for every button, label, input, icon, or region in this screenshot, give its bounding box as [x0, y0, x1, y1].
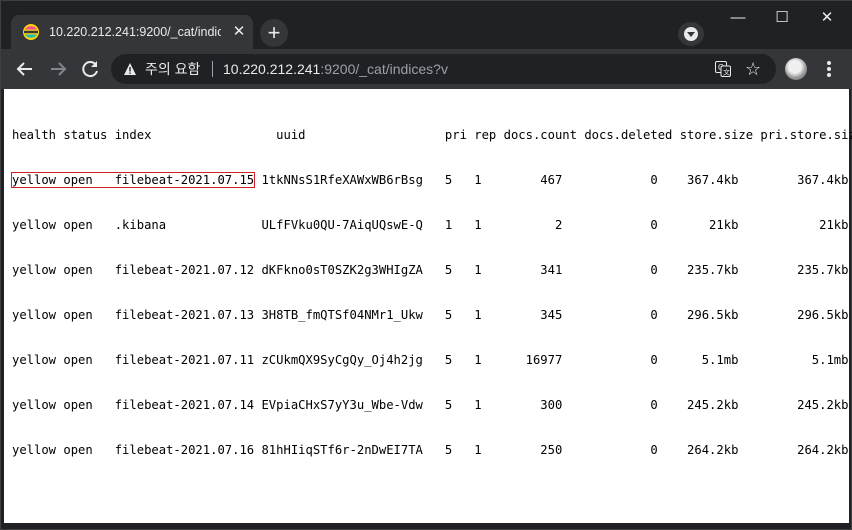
toolbar: 주의 요함 10.220.212.241:9200/_cat/indices?v…: [1, 49, 852, 89]
address-bar[interactable]: 주의 요함 10.220.212.241:9200/_cat/indices?v…: [111, 54, 776, 84]
elasticsearch-favicon: [23, 24, 39, 40]
svg-text:文: 文: [723, 68, 730, 77]
table-row: yellow open filebeat-2021.07.12 dKFkno0s…: [12, 263, 849, 277]
tab-search-icon: [684, 27, 698, 41]
cat-indices-output: health status index uuid pri rep docs.co…: [10, 98, 852, 488]
star-icon[interactable]: ☆: [745, 57, 761, 81]
warning-triangle-icon: [124, 63, 136, 75]
table-row: yellow open .kibana ULfFVku0QU-7AiqUQswE…: [12, 218, 849, 232]
table-row: yellow open filebeat-2021.07.15 1tkNNsS1…: [10, 172, 852, 188]
tab-active[interactable]: 10.220.212.241:9200/_cat/indices?v ✕: [11, 15, 253, 49]
table-row: yellow open filebeat-2021.07.13 3H8TB_fm…: [12, 308, 849, 322]
back-arrow-icon[interactable]: [11, 55, 39, 83]
translate-icon[interactable]: G 文: [715, 61, 731, 77]
tab-search-button[interactable]: [678, 22, 704, 46]
tab-title: 10.220.212.241:9200/_cat/indices?v: [49, 25, 221, 39]
table-header: health status index uuid pri rep docs.co…: [12, 128, 852, 142]
forward-arrow-icon[interactable]: [44, 55, 72, 83]
url-text[interactable]: 10.220.212.241:9200/_cat/indices?v: [223, 60, 448, 78]
kebab-menu-icon[interactable]: [819, 59, 839, 79]
minimize-button[interactable]: —: [715, 1, 761, 35]
url-path: :9200/_cat/indices?v: [320, 61, 448, 77]
maximize-button[interactable]: ☐: [759, 1, 805, 35]
close-tab-icon[interactable]: ✕: [230, 23, 248, 41]
browser-window: 10.220.212.241:9200/_cat/indices?v ✕ + —…: [0, 0, 852, 530]
new-tab-button[interactable]: +: [260, 19, 288, 47]
reload-icon[interactable]: [76, 55, 104, 83]
security-warning-label[interactable]: 주의 요함: [145, 60, 200, 78]
close-window-button[interactable]: ✕: [804, 1, 850, 35]
profile-avatar[interactable]: [785, 58, 807, 80]
table-row: yellow open filebeat-2021.07.16 81hHIiqS…: [12, 443, 849, 457]
row-rest: 1tkNNsS1RfeXAWxWB6rBsg 5 1 467 0 367.4kb…: [254, 173, 849, 187]
page-content: health status index uuid pri rep docs.co…: [4, 89, 852, 523]
highlight-box: yellow open filebeat-2021.07.15: [10, 172, 256, 188]
omnibox-divider: [212, 61, 213, 77]
url-host: 10.220.212.241: [223, 61, 321, 77]
table-row: yellow open filebeat-2021.07.14 EVpiaCHx…: [12, 398, 849, 412]
table-row: yellow open filebeat-2021.07.11 zCUkmQX9…: [12, 353, 849, 367]
tab-strip: 10.220.212.241:9200/_cat/indices?v ✕ + —…: [1, 1, 852, 49]
